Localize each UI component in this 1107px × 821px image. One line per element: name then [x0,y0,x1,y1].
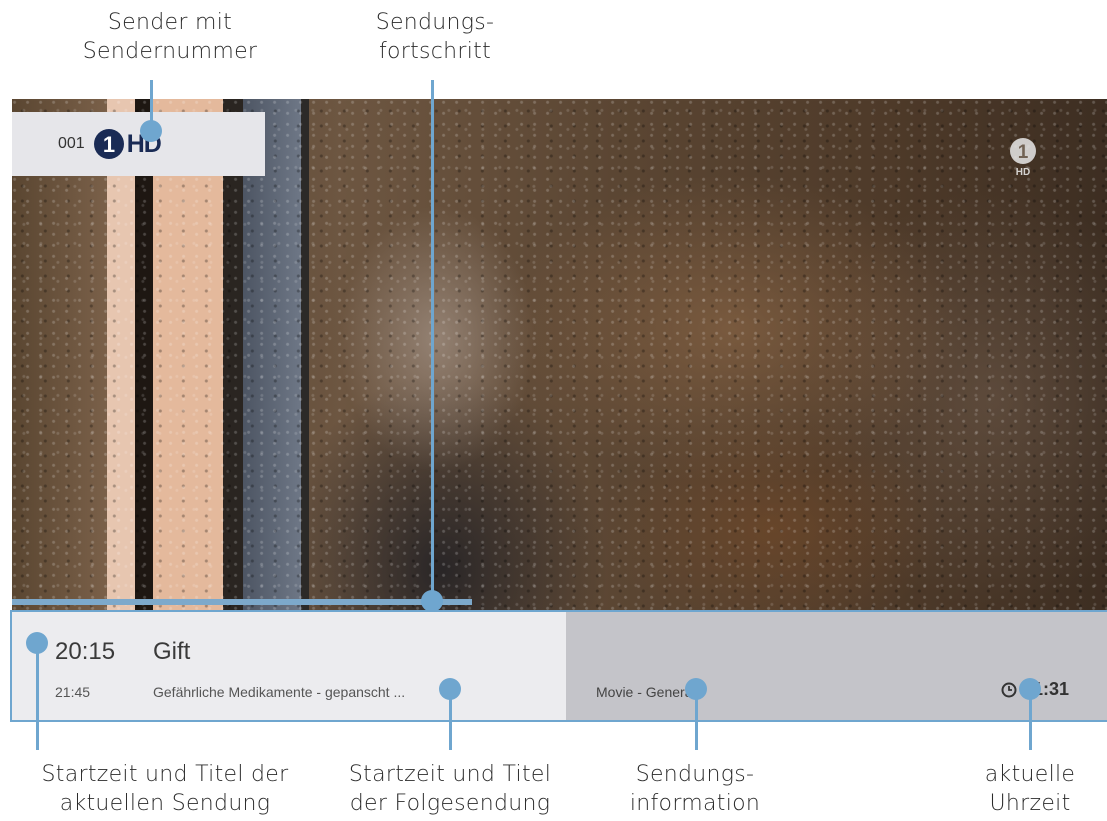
marker-show-info [685,678,707,700]
callout-sender: Sender mit Sendernummer [82,10,258,64]
info-bar-highlight [10,610,1107,722]
callout-current-show: Startzeit und Titel der aktuellen Sendun… [41,762,289,816]
callout-show-info: Sendungs- information [629,762,761,816]
marker-next-show [439,678,461,700]
marker-sender [140,120,162,142]
connector-current-show [36,640,39,750]
progress-bar [12,599,1107,605]
callout-progress: Sendungs- fortschritt [375,10,495,64]
progress-fill [12,599,472,605]
channel-number: 001 [58,135,85,152]
watermark-logo-icon: 1 [1010,138,1036,164]
marker-current-time [1019,678,1041,700]
svg-text:1: 1 [1018,142,1029,163]
callout-current-time: aktuelle Uhrzeit [984,762,1076,816]
das-erste-logo-icon: 1 [93,129,124,159]
connector-progress [431,80,434,602]
svg-text:1: 1 [103,132,115,157]
marker-progress [421,590,443,612]
callout-next-show: Startzeit und Titel der Folgesendung [348,762,552,816]
channel-watermark: 1 HD [1005,137,1041,178]
marker-current-show [26,632,48,654]
channel-indicator: 001 1 HD [12,112,265,176]
